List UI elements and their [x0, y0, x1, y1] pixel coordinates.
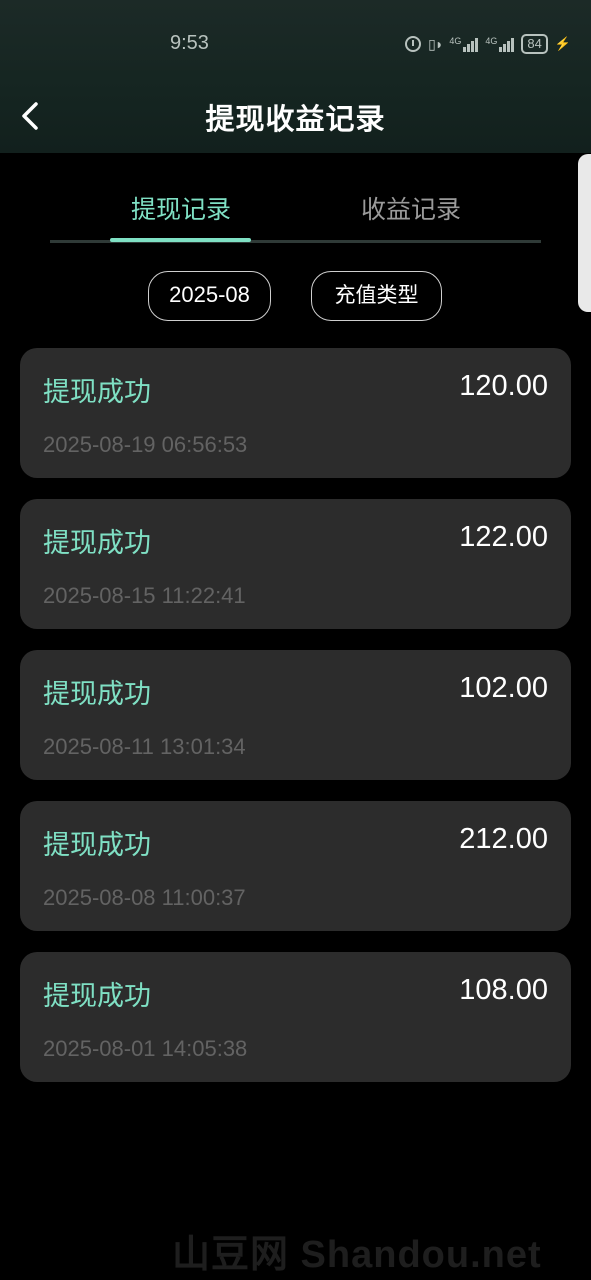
status-icons: ▯◗ 4G 4G 84 ⚡ — [405, 34, 571, 54]
signal-icon-2: 4G — [485, 36, 515, 52]
record-amount: 108.00 — [459, 974, 548, 1006]
record-amount: 122.00 — [459, 521, 548, 553]
page-title: 提现收益记录 — [205, 102, 386, 136]
app-header: 9:53 ▯◗ 4G 4G 84 ⚡ 提现收益记录 — [0, 0, 591, 153]
tab-withdraw-records[interactable]: 提现记录 — [129, 190, 233, 226]
vibrate-icon: ▯◗ — [428, 35, 443, 52]
record-amount: 212.00 — [459, 823, 548, 855]
watermark: 山豆网 Shandou.net — [172, 1234, 542, 1276]
alarm-icon — [405, 36, 422, 52]
status-time: 9:53 — [170, 32, 209, 54]
record-time: 2025-08-19 06:56:53 — [43, 432, 248, 457]
tab-active-indicator — [110, 238, 251, 242]
record-status: 提现成功 — [43, 528, 151, 559]
record-status: 提现成功 — [43, 981, 151, 1012]
battery-icon: 84 — [521, 34, 548, 54]
record-time: 2025-08-01 14:05:38 — [43, 1036, 248, 1061]
record-card[interactable]: 提现成功 122.00 2025-08-15 11:22:41 — [20, 499, 571, 629]
record-time: 2025-08-11 13:01:34 — [43, 734, 246, 759]
tab-bar: 提现记录 收益记录 — [50, 190, 541, 245]
record-status: 提现成功 — [43, 830, 151, 861]
charging-bolt-icon: ⚡ — [554, 36, 571, 51]
record-card[interactable]: 提现成功 108.00 2025-08-01 14:05:38 — [20, 952, 571, 1082]
record-card[interactable]: 提现成功 212.00 2025-08-08 11:00:37 — [20, 801, 571, 931]
tab-earnings-records[interactable]: 收益记录 — [359, 190, 463, 226]
type-filter-button[interactable]: 充值类型 — [311, 271, 442, 321]
record-time: 2025-08-08 11:00:37 — [43, 885, 246, 910]
record-card[interactable]: 提现成功 102.00 2025-08-11 13:01:34 — [20, 650, 571, 780]
side-scroll-handle[interactable] — [578, 154, 591, 312]
record-time: 2025-08-15 11:22:41 — [43, 583, 246, 608]
record-card[interactable]: 提现成功 120.00 2025-08-19 06:56:53 — [20, 348, 571, 478]
signal-icon: 4G — [449, 36, 479, 52]
status-bar: 9:53 ▯◗ 4G 4G 84 ⚡ — [0, 28, 591, 62]
record-status: 提现成功 — [43, 679, 151, 710]
date-filter-button[interactable]: 2025-08 — [148, 271, 271, 321]
record-amount: 120.00 — [459, 370, 548, 402]
record-amount: 102.00 — [459, 672, 548, 704]
record-status: 提现成功 — [43, 377, 151, 408]
